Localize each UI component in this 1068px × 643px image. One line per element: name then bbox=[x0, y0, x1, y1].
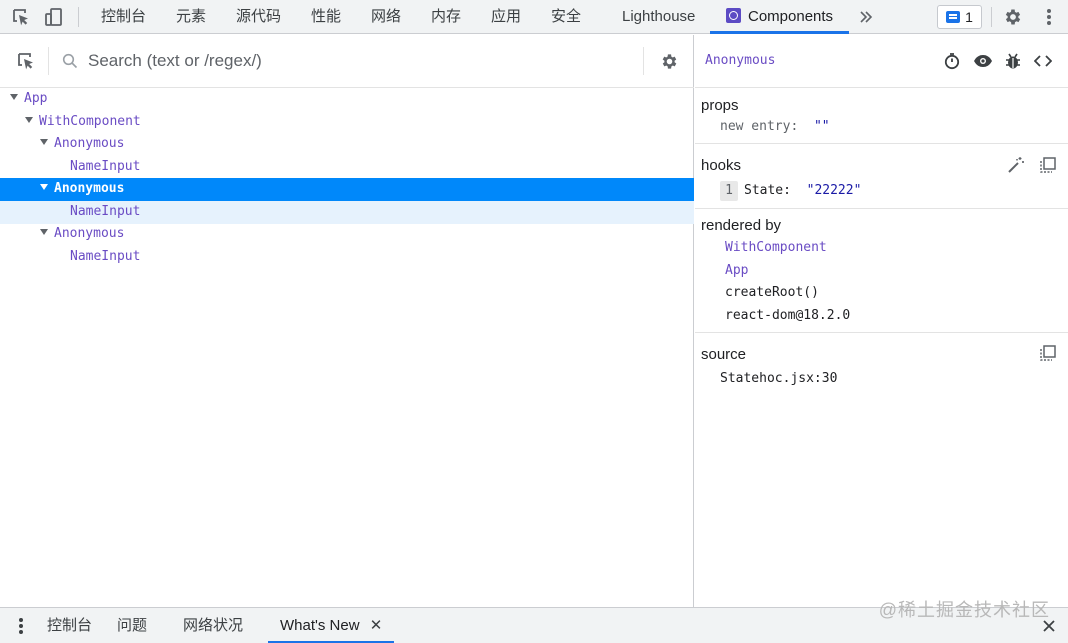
expand-arrow-icon[interactable] bbox=[40, 229, 48, 235]
tree-node-label: NameInput bbox=[70, 204, 141, 219]
react-components-icon bbox=[726, 8, 741, 23]
watermark: @稀土掘金技术社区 bbox=[878, 600, 1050, 620]
expand-arrow-icon[interactable] bbox=[25, 117, 33, 123]
more-vert-icon[interactable] bbox=[1038, 6, 1060, 28]
tree-node-withcomponent[interactable]: WithComponent bbox=[0, 111, 694, 134]
section-title: source bbox=[701, 346, 747, 363]
tree-node-label: Anonymous bbox=[54, 181, 125, 196]
search-divider bbox=[643, 47, 644, 75]
expand-arrow-icon[interactable] bbox=[40, 139, 48, 145]
colon: : bbox=[783, 183, 807, 198]
tree-node-label: WithComponent bbox=[39, 114, 141, 129]
section-title: rendered by bbox=[701, 217, 782, 234]
settings-icon[interactable] bbox=[1002, 6, 1024, 28]
inspector-header: Anonymous bbox=[695, 35, 1068, 88]
issues-icon bbox=[946, 11, 961, 23]
tree-node-label: NameInput bbox=[70, 159, 141, 174]
drawer-menu-icon[interactable] bbox=[10, 615, 32, 637]
tree-search-bar bbox=[0, 35, 694, 88]
selected-component-name: Anonymous bbox=[705, 53, 776, 68]
rendered-by-section: rendered by WithComponent App createRoot… bbox=[695, 210, 1068, 333]
search-divider bbox=[48, 47, 49, 75]
tree-node-app[interactable]: App bbox=[0, 88, 694, 111]
tab-components-label: Components bbox=[748, 8, 834, 25]
toolbar-divider bbox=[78, 7, 79, 27]
drawer-tab-issues[interactable]: 问题 bbox=[117, 608, 147, 643]
toolbar-divider bbox=[991, 7, 992, 27]
close-tab-icon[interactable]: ✕ bbox=[370, 617, 383, 634]
tab-application[interactable]: 应用 bbox=[491, 0, 521, 34]
tree-node-anonymous-selected[interactable]: Anonymous bbox=[0, 178, 694, 201]
source-section: source Statehoc.jsx:30 bbox=[695, 334, 1068, 394]
stopwatch-icon[interactable] bbox=[941, 50, 963, 72]
prop-entry[interactable]: new entry: "" bbox=[720, 119, 830, 134]
tree-node-nameinput[interactable]: NameInput bbox=[0, 156, 694, 179]
drawer-tab-console[interactable]: 控制台 bbox=[47, 608, 92, 643]
tab-elements[interactable]: 元素 bbox=[176, 0, 206, 34]
tree-node-label: Anonymous bbox=[54, 226, 125, 241]
tab-network[interactable]: 网络 bbox=[371, 0, 401, 34]
copy-icon[interactable] bbox=[1037, 342, 1059, 364]
hook-entry[interactable]: 1 State: "22222" bbox=[720, 181, 861, 201]
props-section: props new entry: "" bbox=[695, 89, 1068, 144]
device-toolbar-icon[interactable] bbox=[43, 6, 65, 28]
rendered-by-link[interactable]: WithComponent bbox=[725, 240, 827, 255]
search-icon bbox=[59, 50, 81, 72]
colon: : bbox=[790, 119, 807, 134]
expand-arrow-icon[interactable] bbox=[10, 94, 18, 100]
tree-node-anonymous[interactable]: Anonymous bbox=[0, 133, 694, 156]
issues-button[interactable]: 1 bbox=[937, 5, 982, 29]
copy-icon[interactable] bbox=[1037, 154, 1059, 176]
source-location[interactable]: Statehoc.jsx:30 bbox=[720, 371, 837, 386]
section-title: props bbox=[701, 97, 739, 114]
hook-index-badge: 1 bbox=[720, 181, 738, 201]
rendered-by-link[interactable]: App bbox=[725, 263, 748, 278]
tree-node-label: Anonymous bbox=[54, 136, 125, 151]
settings-icon[interactable] bbox=[658, 50, 680, 72]
drawer-tab-whats-new[interactable]: What's New ✕ bbox=[268, 608, 395, 643]
component-inspector-panel: Anonymous props new entry: "" hooks 1 Sta… bbox=[695, 35, 1068, 607]
rendered-by-root: createRoot() bbox=[725, 285, 819, 300]
tab-sources[interactable]: 源代码 bbox=[236, 0, 281, 34]
tab-memory[interactable]: 内存 bbox=[431, 0, 461, 34]
devtools-tab-bar: 控制台 元素 源代码 性能 网络 内存 应用 安全 Lighthouse Com… bbox=[0, 0, 1068, 34]
prop-key: new entry bbox=[720, 119, 791, 134]
prop-value[interactable]: "" bbox=[814, 119, 830, 134]
drawer-tab-label: What's New bbox=[280, 617, 360, 634]
search-input[interactable] bbox=[88, 49, 628, 73]
tab-lighthouse[interactable]: Lighthouse bbox=[622, 0, 695, 34]
bug-icon[interactable] bbox=[1002, 50, 1024, 72]
issues-count: 1 bbox=[965, 9, 973, 25]
hook-key: State bbox=[744, 183, 784, 198]
component-tree-panel: App WithComponent Anonymous NameInput An… bbox=[0, 35, 694, 607]
tree-node-anonymous[interactable]: Anonymous bbox=[0, 223, 694, 246]
tab-security[interactable]: 安全 bbox=[551, 0, 581, 34]
tab-console[interactable]: 控制台 bbox=[101, 0, 146, 34]
tree-node-label: NameInput bbox=[70, 249, 141, 264]
magic-wand-icon[interactable] bbox=[1005, 154, 1027, 176]
inspect-element-icon[interactable] bbox=[10, 6, 32, 28]
tree-node-label: App bbox=[24, 91, 48, 106]
expand-arrow-icon[interactable] bbox=[40, 184, 48, 190]
section-title: hooks bbox=[701, 157, 742, 174]
hook-value[interactable]: "22222" bbox=[807, 183, 862, 198]
tree-node-nameinput[interactable]: NameInput bbox=[0, 201, 694, 224]
select-component-icon[interactable] bbox=[15, 50, 37, 72]
rendered-by-renderer: react-dom@18.2.0 bbox=[725, 308, 851, 323]
tree-node-nameinput[interactable]: NameInput bbox=[0, 246, 694, 269]
tab-performance[interactable]: 性能 bbox=[311, 0, 341, 34]
more-tabs-icon[interactable] bbox=[855, 6, 877, 28]
drawer-tab-network-conditions[interactable]: 网络状况 bbox=[183, 608, 243, 643]
hooks-section: hooks 1 State: "22222" bbox=[695, 145, 1068, 209]
tab-components[interactable]: Components bbox=[710, 0, 850, 34]
code-icon[interactable] bbox=[1032, 50, 1054, 72]
eye-icon[interactable] bbox=[972, 50, 994, 72]
